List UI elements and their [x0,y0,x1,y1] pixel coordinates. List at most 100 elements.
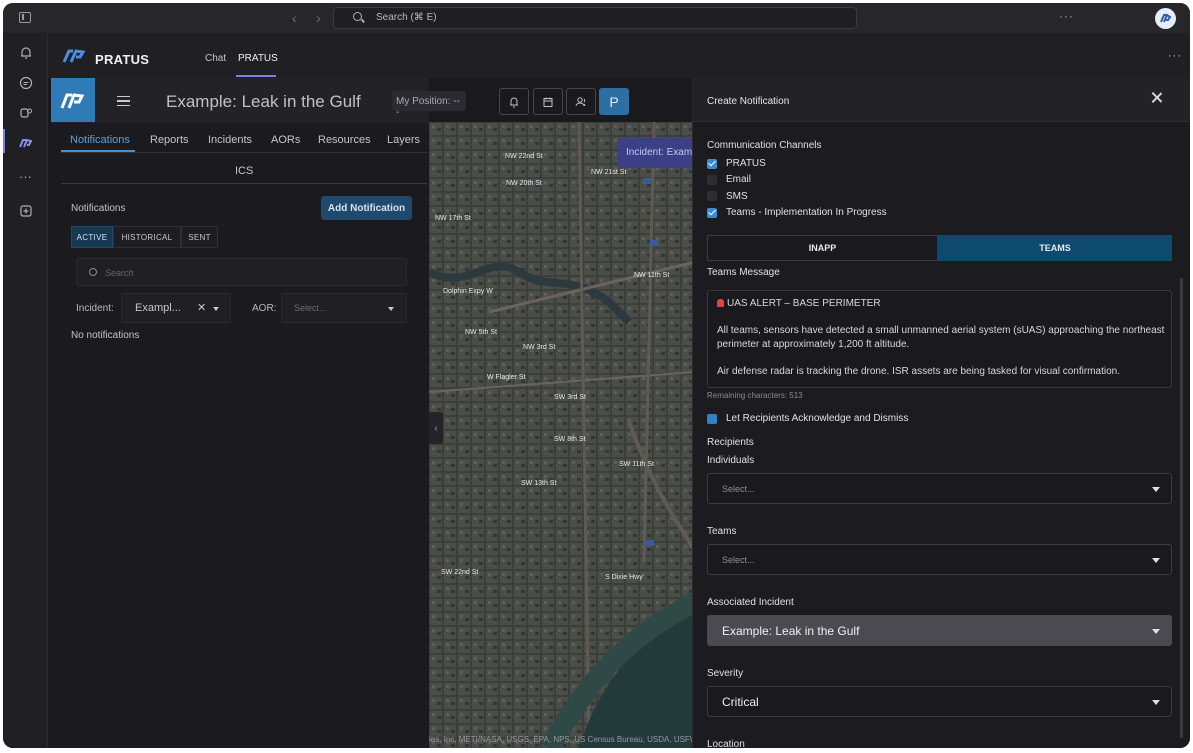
my-position-button[interactable]: My Position: --- [392,91,466,118]
map-label: NW 3rd St [523,344,556,351]
teams-message-label: Teams Message [707,267,780,278]
profile-button[interactable]: P [599,88,629,115]
app-rail: ··· [3,34,48,748]
message-paragraph: Air defense radar is tracking the drone.… [717,366,1120,377]
teams-icon[interactable] [17,104,34,121]
individuals-label: Individuals [707,455,755,466]
avatar[interactable] [1155,8,1176,29]
map-label: NW 5th St [465,329,497,336]
forward-icon[interactable]: › [316,10,321,26]
search-icon [89,268,97,276]
recipients-label: Recipients [707,437,754,448]
notifications-panel: Example: Leak in the Gulf My Position: -… [51,78,629,748]
more-apps-icon[interactable]: ··· [17,168,34,185]
collapse-panel-button[interactable]: ‹ [429,412,443,444]
map-label: W Flagler St [487,374,526,381]
toggle-inapp[interactable]: INAPP [707,235,938,261]
drawer-scrollbar[interactable] [1180,278,1183,738]
map-label: SW 8th St [554,436,586,443]
app-menu-icon[interactable]: ··· [1168,50,1182,62]
segment-sent[interactable]: SENT [181,226,218,248]
close-icon[interactable] [1150,91,1164,105]
add-notification-button[interactable]: Add Notification [321,196,412,220]
segment-historical[interactable]: HISTORICAL [113,226,181,248]
calendar-button[interactable] [533,88,563,115]
message-title: UAS ALERT – BASE PERIMETER [727,298,881,309]
notifications-bell-button[interactable] [499,88,529,115]
back-icon[interactable]: ‹ [292,10,297,26]
chevron-down-icon [1152,487,1160,492]
checkbox-pratus[interactable] [707,159,717,169]
tab-reports[interactable]: Reports [150,134,189,146]
tab-divider [61,152,427,153]
rail-active-indicator [3,129,5,153]
more-options-icon[interactable]: ··· [1059,9,1074,23]
bell-icon[interactable] [17,44,34,61]
map-label: SW 22nd St [441,569,479,576]
pratus-logo-icon [60,93,85,109]
teams-value: Select... [722,555,755,565]
brand-name: PRATUS [95,52,150,67]
app-header: PRATUS Chat PRATUS ··· [48,34,1190,78]
notifications-search-input[interactable]: Search [76,258,407,286]
individuals-select[interactable]: Select... [707,473,1172,504]
aor-filter-value: Select... [294,303,327,313]
tab-resources[interactable]: Resources [318,134,371,146]
teams-label: Teams [707,526,737,537]
teams-message-textarea[interactable]: UAS ALERT – BASE PERIMETER All teams, se… [707,290,1172,388]
checkbox-acknowledge[interactable] [707,414,717,424]
pratus-icon[interactable] [17,134,34,151]
search-icon [353,12,362,21]
message-paragraph: All teams, sensors have detected a small… [717,325,1165,350]
tab-active-indicator [61,150,135,152]
tab-layers[interactable]: Layers [387,134,420,146]
associated-incident-select[interactable]: Example: Leak in the Gulf [707,615,1172,646]
drawer-title: Create Notification [707,96,790,107]
chat-icon[interactable] [17,74,34,91]
severity-select[interactable]: Critical [707,686,1172,717]
incident-filter-value: Exampl... [135,302,181,314]
associated-incident-label: Associated Incident [707,597,794,608]
tab-aors[interactable]: AORs [271,134,300,146]
pratus-home-button[interactable] [51,78,95,122]
checkbox-teams[interactable] [707,208,717,218]
bell-icon [510,97,518,107]
add-app-icon[interactable] [17,202,34,219]
severity-value: Critical [722,695,759,709]
channels-label: Communication Channels [707,140,822,151]
drawer-header: Create Notification [693,78,1190,122]
checkbox-email[interactable] [707,175,717,185]
teams-select[interactable]: Select... [707,544,1172,575]
incident-chip[interactable]: Incident: Example [618,138,695,168]
map-attribution: ies, Inc, METI/NASA, USGS, EPA, NPS, US … [429,735,695,744]
global-search[interactable]: Search (⌘ E) [333,7,857,29]
users-button[interactable] [566,88,596,115]
clear-icon[interactable]: ✕ [197,301,206,314]
menu-icon[interactable] [117,96,130,106]
toggle-teams[interactable]: TEAMS [938,235,1172,261]
tab-pratus[interactable]: PRATUS [238,53,278,64]
chevron-down-icon [388,307,394,311]
sidebar-toggle-icon[interactable] [19,12,31,23]
checkbox-sms[interactable] [707,191,717,201]
aor-filter-select[interactable]: Select... [281,293,407,323]
channel-label: SMS [726,191,748,202]
tab-ics[interactable]: ICS [235,165,253,177]
individuals-value: Select... [722,484,755,494]
segment-active[interactable]: ACTIVE [71,226,113,248]
chevron-down-icon [1152,558,1160,563]
map-label: S Dixie Hwy [605,574,643,581]
map-label: NW 17th St [435,215,471,222]
map-view[interactable]: NW 22nd St NW 21st St NW 20th St NW 17th… [429,122,695,748]
tab-divider [61,183,427,184]
associated-incident-value: Example: Leak in the Gulf [722,624,860,638]
app-window: ‹ › Search (⌘ E) ··· ··· PRATUS Chat PRA… [3,3,1190,748]
tab-notifications[interactable]: Notifications [70,134,130,146]
incident-filter-select[interactable]: Exampl... ✕ [121,293,231,323]
chevron-down-icon[interactable] [213,307,219,311]
location-label: Location [707,739,745,748]
users-icon [575,96,586,106]
tab-incidents[interactable]: Incidents [208,134,252,146]
map-label: Dolphin Expy W [443,288,493,295]
tab-chat[interactable]: Chat [205,53,226,64]
